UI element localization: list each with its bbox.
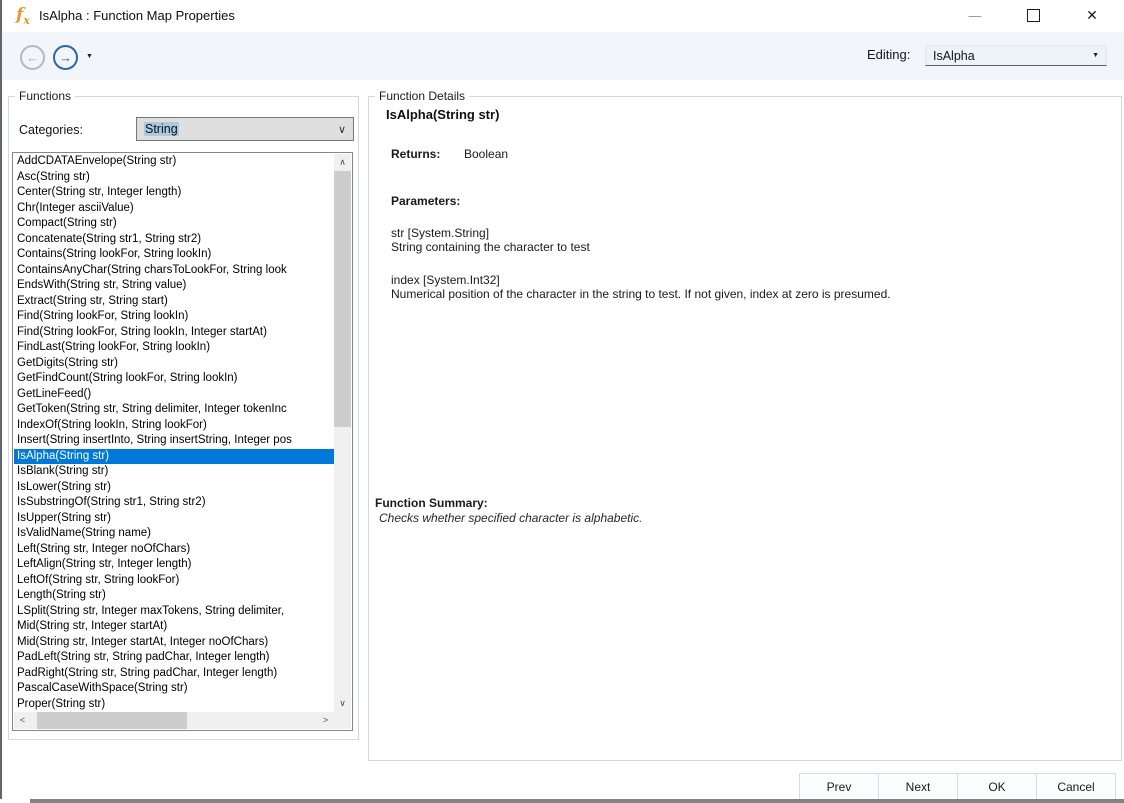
- titlebar: fx IsAlpha : Function Map Properties — ✕: [2, 0, 1124, 32]
- categories-value: String: [144, 122, 179, 136]
- functions-panel: Functions Categories: String ∨ AddCDATAE…: [8, 96, 359, 740]
- returns-label: Returns:: [391, 147, 464, 161]
- forward-arrow-icon: →: [59, 51, 72, 64]
- minimize-icon: —: [969, 8, 982, 23]
- forward-button[interactable]: →: [53, 45, 78, 70]
- list-item[interactable]: IsUpper(String str): [14, 511, 334, 527]
- parameter-block: str [System.String]String containing the…: [391, 226, 1091, 254]
- list-item[interactable]: Length(String str): [14, 588, 334, 604]
- horizontal-scrollbar[interactable]: < >: [14, 712, 334, 729]
- list-item[interactable]: GetFindCount(String lookFor, String look…: [14, 371, 334, 387]
- function-summary-text: Checks whether specified character is al…: [379, 511, 642, 525]
- scroll-right-icon[interactable]: >: [317, 712, 334, 729]
- parameter-description: String containing the character to test: [391, 240, 1091, 254]
- chevron-down-icon: ∨: [338, 123, 346, 136]
- list-item[interactable]: IsValidName(String name): [14, 526, 334, 542]
- ok-button[interactable]: OK: [957, 773, 1037, 800]
- list-item[interactable]: IsBlank(String str): [14, 464, 334, 480]
- footer-buttons: PrevNextOKCancel: [800, 773, 1116, 800]
- chevron-down-icon: ▼: [1092, 52, 1099, 59]
- horizontal-scrollbar-thumb[interactable]: [37, 712, 187, 729]
- list-item[interactable]: ContainsAnyChar(String charsToLookFor, S…: [14, 263, 334, 279]
- list-item[interactable]: LeftOf(String str, String lookFor): [14, 573, 334, 589]
- list-item[interactable]: Concatenate(String str1, String str2): [14, 232, 334, 248]
- list-item[interactable]: IsLower(String str): [14, 480, 334, 496]
- list-item[interactable]: GetLineFeed(): [14, 387, 334, 403]
- window-bottom-edge: [30, 799, 1124, 803]
- list-item[interactable]: AddCDATAEnvelope(String str): [14, 154, 334, 170]
- editing-value: IsAlpha: [933, 49, 975, 63]
- maximize-icon: [1027, 9, 1040, 22]
- returns-value: Boolean: [464, 147, 508, 161]
- parameter-description: Numerical position of the character in t…: [391, 287, 1091, 301]
- forward-history-dropdown[interactable]: ▼: [86, 53, 93, 60]
- back-button[interactable]: ←: [20, 45, 45, 70]
- list-item[interactable]: Contains(String lookFor, String lookIn): [14, 247, 334, 263]
- function-signature: IsAlpha(String str): [386, 107, 499, 122]
- function-summary-label: Function Summary:: [375, 496, 488, 510]
- list-item[interactable]: PascalCaseWithSpace(String str): [14, 681, 334, 697]
- minimize-button[interactable]: —: [952, 0, 998, 30]
- editing-combobox[interactable]: IsAlpha ▼: [925, 45, 1107, 66]
- functions-panel-title: Functions: [15, 89, 75, 103]
- cancel-button[interactable]: Cancel: [1036, 773, 1116, 800]
- returns-row: Returns: Boolean: [391, 147, 508, 161]
- list-item[interactable]: Compact(String str): [14, 216, 334, 232]
- list-item[interactable]: FindLast(String lookFor, String lookIn): [14, 340, 334, 356]
- categories-combobox[interactable]: String ∨: [136, 117, 354, 141]
- list-item[interactable]: EndsWith(String str, String value): [14, 278, 334, 294]
- list-item[interactable]: Left(String str, Integer noOfChars): [14, 542, 334, 558]
- editing-label: Editing:: [867, 47, 910, 62]
- list-item[interactable]: IsSubstringOf(String str1, String str2): [14, 495, 334, 511]
- list-item[interactable]: Find(String lookFor, String lookIn): [14, 309, 334, 325]
- list-item[interactable]: IsAlpha(String str): [14, 449, 334, 465]
- close-button[interactable]: ✕: [1069, 0, 1115, 30]
- scrollbar-corner: [334, 712, 351, 729]
- function-list-items: AddCDATAEnvelope(String str)Asc(String s…: [14, 154, 334, 712]
- list-item[interactable]: GetToken(String str, String delimiter, I…: [14, 402, 334, 418]
- scroll-down-icon[interactable]: ∨: [334, 695, 351, 712]
- categories-label: Categories:: [19, 123, 83, 137]
- list-item[interactable]: LeftAlign(String str, Integer length): [14, 557, 334, 573]
- list-item[interactable]: Proper(String str): [14, 697, 334, 713]
- function-listbox: AddCDATAEnvelope(String str)Asc(String s…: [12, 152, 353, 731]
- vertical-scrollbar-thumb[interactable]: [334, 171, 351, 427]
- window-left-edge: [0, 0, 2, 799]
- parameter-name: index [System.Int32]: [391, 273, 1091, 287]
- navigation-toolbar: ← → ▼ Editing: IsAlpha ▼: [2, 32, 1124, 80]
- list-item[interactable]: Mid(String str, Integer startAt): [14, 619, 334, 635]
- list-item[interactable]: IndexOf(String lookIn, String lookFor): [14, 418, 334, 434]
- list-item[interactable]: Chr(Integer asciiValue): [14, 201, 334, 217]
- parameter-block: index [System.Int32]Numerical position o…: [391, 273, 1091, 301]
- vertical-scrollbar[interactable]: ∧ ∨: [334, 154, 351, 712]
- back-arrow-icon: ←: [26, 51, 39, 64]
- list-item[interactable]: Find(String lookFor, String lookIn, Inte…: [14, 325, 334, 341]
- window-title: IsAlpha : Function Map Properties: [39, 8, 235, 23]
- prev-button[interactable]: Prev: [799, 773, 879, 800]
- scroll-up-icon[interactable]: ∧: [334, 154, 351, 171]
- maximize-button[interactable]: [1010, 0, 1056, 30]
- list-item[interactable]: PadLeft(String str, String padChar, Inte…: [14, 650, 334, 666]
- next-button[interactable]: Next: [878, 773, 958, 800]
- list-item[interactable]: Extract(String str, String start): [14, 294, 334, 310]
- list-item[interactable]: Center(String str, Integer length): [14, 185, 334, 201]
- function-details-title: Function Details: [375, 89, 469, 103]
- list-item[interactable]: Asc(String str): [14, 170, 334, 186]
- function-details-panel: Function Details IsAlpha(String str) Ret…: [368, 96, 1122, 761]
- close-icon: ✕: [1086, 7, 1098, 24]
- fx-function-icon: fx: [16, 5, 30, 27]
- parameter-name: str [System.String]: [391, 226, 1091, 240]
- list-item[interactable]: GetDigits(String str): [14, 356, 334, 372]
- scroll-left-icon[interactable]: <: [14, 712, 31, 729]
- list-item[interactable]: PadRight(String str, String padChar, Int…: [14, 666, 334, 682]
- list-item[interactable]: Mid(String str, Integer startAt, Integer…: [14, 635, 334, 651]
- parameters-label: Parameters:: [391, 194, 460, 208]
- list-item[interactable]: Insert(String insertInto, String insertS…: [14, 433, 334, 449]
- parameters-list: str [System.String]String containing the…: [391, 226, 1091, 320]
- list-item[interactable]: LSplit(String str, Integer maxTokens, St…: [14, 604, 334, 620]
